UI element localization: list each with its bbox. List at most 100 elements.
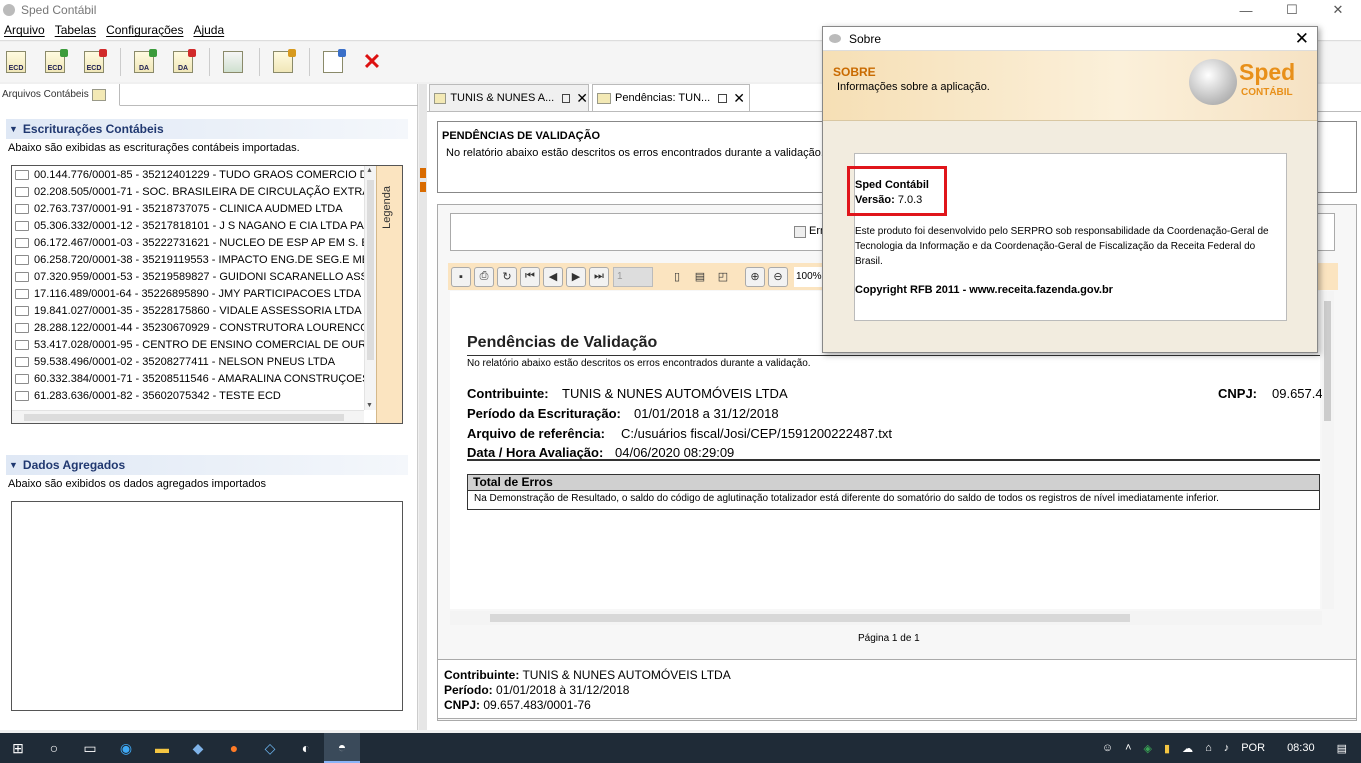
report-title: Pendências de Validação xyxy=(467,334,658,351)
total-erros-table: Total de Erros Na Demonstração de Result… xyxy=(467,474,1320,510)
page-width-icon[interactable]: ▤ xyxy=(690,267,710,287)
list-item[interactable]: 17.116.489/0001-64 - 35226895890 - JMY P… xyxy=(12,285,364,302)
close-tab-icon[interactable]: ✕ xyxy=(576,90,588,107)
firefox-icon[interactable]: ● xyxy=(216,733,252,763)
single-page-icon[interactable]: ▯ xyxy=(667,267,687,287)
page-input[interactable]: 1 xyxy=(613,266,653,287)
refresh-icon[interactable]: ↻ xyxy=(497,266,517,287)
scroll-thumb[interactable] xyxy=(24,414,344,421)
next-page-icon[interactable]: ▶ xyxy=(566,266,586,287)
app-icon[interactable]: ◐ xyxy=(288,733,324,763)
dados-agregados-header[interactable]: ▼ Dados Agregados xyxy=(6,455,408,475)
horizontal-scrollbar[interactable] xyxy=(450,611,1322,625)
list-item[interactable]: 53.417.028/0001-95 - CENTRO DE ENSINO CO… xyxy=(12,336,364,353)
minimize-button[interactable]: — xyxy=(1223,0,1269,20)
footer-contribuinte: TUNIS & NUNES AUTOMÓVEIS LTDA xyxy=(522,668,731,682)
task-view-icon[interactable]: ▭ xyxy=(72,733,108,763)
fit-page-icon[interactable]: ◰ xyxy=(713,267,733,287)
tab-tunis-nunes[interactable]: TUNIS & NUNES A... ✕ xyxy=(429,84,589,111)
escrituracoes-header[interactable]: ▼ Escriturações Contábeis xyxy=(6,119,408,139)
list-item[interactable]: 00.144.776/0001-85 - 35212401229 - TUDO … xyxy=(12,166,364,183)
erros-checkbox[interactable] xyxy=(794,226,806,238)
vertical-scrollbar[interactable] xyxy=(1322,291,1334,609)
notifications-icon[interactable]: ▤ xyxy=(1337,742,1347,755)
export-button[interactable] xyxy=(220,49,246,75)
scroll-thumb[interactable] xyxy=(1324,301,1331,421)
collapse-icon[interactable]: ▼ xyxy=(9,460,18,470)
import-da-button[interactable]: DA xyxy=(131,49,157,75)
language-indicator[interactable]: POR xyxy=(1241,742,1265,754)
list-item[interactable]: 59.538.496/0001-02 - 35208277411 - NELSO… xyxy=(12,353,364,370)
chevron-up-icon[interactable]: ˄ xyxy=(1125,742,1131,754)
edge-icon[interactable]: ◉ xyxy=(108,733,144,763)
expand-right-icon[interactable] xyxy=(420,182,426,192)
print-icon[interactable]: ⎙ xyxy=(474,266,494,287)
volume-icon[interactable]: ♪ xyxy=(1224,742,1230,754)
vertical-scrollbar[interactable]: ▲ ▼ xyxy=(364,166,376,410)
help-button[interactable] xyxy=(320,49,346,75)
list-item[interactable]: 06.258.720/0001-38 - 35219119553 - IMPAC… xyxy=(12,251,364,268)
menu-configuracoes[interactable]: Configurações xyxy=(106,23,183,37)
list-item[interactable]: 02.208.505/0001-71 - SOC. BRASILEIRA DE … xyxy=(12,183,364,200)
panel-splitter[interactable] xyxy=(419,84,427,730)
prev-page-icon[interactable]: ◀ xyxy=(543,266,563,287)
maximize-button[interactable]: ☐ xyxy=(1269,0,1315,20)
list-item[interactable]: 60.332.384/0001-71 - 35208511546 - AMARA… xyxy=(12,370,364,387)
edit-button[interactable] xyxy=(270,49,296,75)
search-icon[interactable]: ○ xyxy=(36,733,72,763)
close-window-button[interactable]: ✕ xyxy=(1315,0,1361,20)
data-avaliacao-value: 04/06/2020 08:29:09 xyxy=(615,445,735,460)
export-icon xyxy=(223,51,243,73)
sped-contabil-taskbar-icon[interactable]: ◓ xyxy=(324,733,360,763)
maximize-tab-icon[interactable] xyxy=(562,93,571,103)
list-item[interactable]: 02.763.737/0001-91 - 35218737075 - CLINI… xyxy=(12,200,364,217)
cloud-icon[interactable]: ☁ xyxy=(1182,742,1193,755)
list-item[interactable]: 19.841.027/0001-35 - 35228175860 - VIDAL… xyxy=(12,302,364,319)
scroll-thumb[interactable] xyxy=(490,614,1130,622)
scroll-down-icon[interactable]: ▼ xyxy=(366,402,373,409)
windows-start-icon[interactable]: ⊞ xyxy=(0,733,36,763)
clock[interactable]: 08:30 xyxy=(1287,742,1315,754)
about-dialog: Sobre ✕ SOBRE Informações sobre a aplica… xyxy=(822,26,1318,353)
network-icon[interactable]: ⌂ xyxy=(1205,742,1212,754)
app-icon[interactable]: ◇ xyxy=(252,733,288,763)
close-icon[interactable]: ✕ xyxy=(359,49,385,75)
import-ecd-button[interactable]: ECD xyxy=(3,49,29,75)
periodo-value: 01/01/2018 a 31/12/2018 xyxy=(634,406,779,421)
scroll-up-icon[interactable]: ▲ xyxy=(366,167,373,174)
people-icon[interactable]: ☺ xyxy=(1102,742,1113,754)
folder-icon xyxy=(15,220,29,231)
remove-ecd-button[interactable]: ECD xyxy=(81,49,107,75)
validate-ecd-button[interactable]: ECD xyxy=(42,49,68,75)
tab-arquivos-contabeis[interactable]: Arquivos Contábeis xyxy=(0,84,120,106)
scroll-thumb[interactable] xyxy=(367,180,374,360)
da-ok-icon: DA xyxy=(134,49,157,73)
app-icon[interactable]: ◆ xyxy=(180,733,216,763)
dialog-title: Sobre xyxy=(849,31,882,46)
list-item[interactable]: 07.320.959/0001-53 - 35219589827 - GUIDO… xyxy=(12,268,364,285)
zoom-out-icon[interactable]: ⊖ xyxy=(768,266,788,287)
list-item[interactable]: 05.306.332/0001-12 - 35217818101 - J S N… xyxy=(12,217,364,234)
first-page-icon[interactable]: ⏮ xyxy=(520,266,540,287)
horizontal-scrollbar[interactable] xyxy=(12,410,364,423)
save-icon[interactable]: ▪ xyxy=(451,266,471,287)
menu-arquivo[interactable]: Arquivo xyxy=(4,23,45,37)
close-tab-icon[interactable]: ✕ xyxy=(733,90,745,107)
menu-tabelas[interactable]: Tabelas xyxy=(55,23,96,37)
list-item[interactable]: 06.172.467/0001-03 - 35222731621 - NUCLE… xyxy=(12,234,364,251)
collapse-icon[interactable]: ▼ xyxy=(9,124,18,134)
collapse-left-icon[interactable] xyxy=(420,168,426,178)
zoom-in-icon[interactable]: ⊕ xyxy=(745,266,765,287)
remove-da-button[interactable]: DA xyxy=(170,49,196,75)
file-explorer-icon[interactable]: ▬ xyxy=(144,733,180,763)
maximize-tab-icon[interactable] xyxy=(718,93,728,103)
app-tray-icon[interactable]: ▮ xyxy=(1164,742,1170,755)
close-dialog-button[interactable]: ✕ xyxy=(1295,29,1309,49)
list-item[interactable]: 28.288.122/0001-44 - 35230670929 - CONST… xyxy=(12,319,364,336)
tab-pendencias[interactable]: Pendências: TUN... ✕ xyxy=(592,84,750,111)
last-page-icon[interactable]: ⏭ xyxy=(589,266,609,287)
legenda-panel[interactable]: Legenda xyxy=(376,166,402,423)
menu-ajuda[interactable]: Ajuda xyxy=(193,23,224,37)
list-item[interactable]: 61.283.636/0001-82 - 35602075342 - TESTE… xyxy=(12,387,364,404)
shield-icon[interactable]: ◈ xyxy=(1144,742,1152,755)
